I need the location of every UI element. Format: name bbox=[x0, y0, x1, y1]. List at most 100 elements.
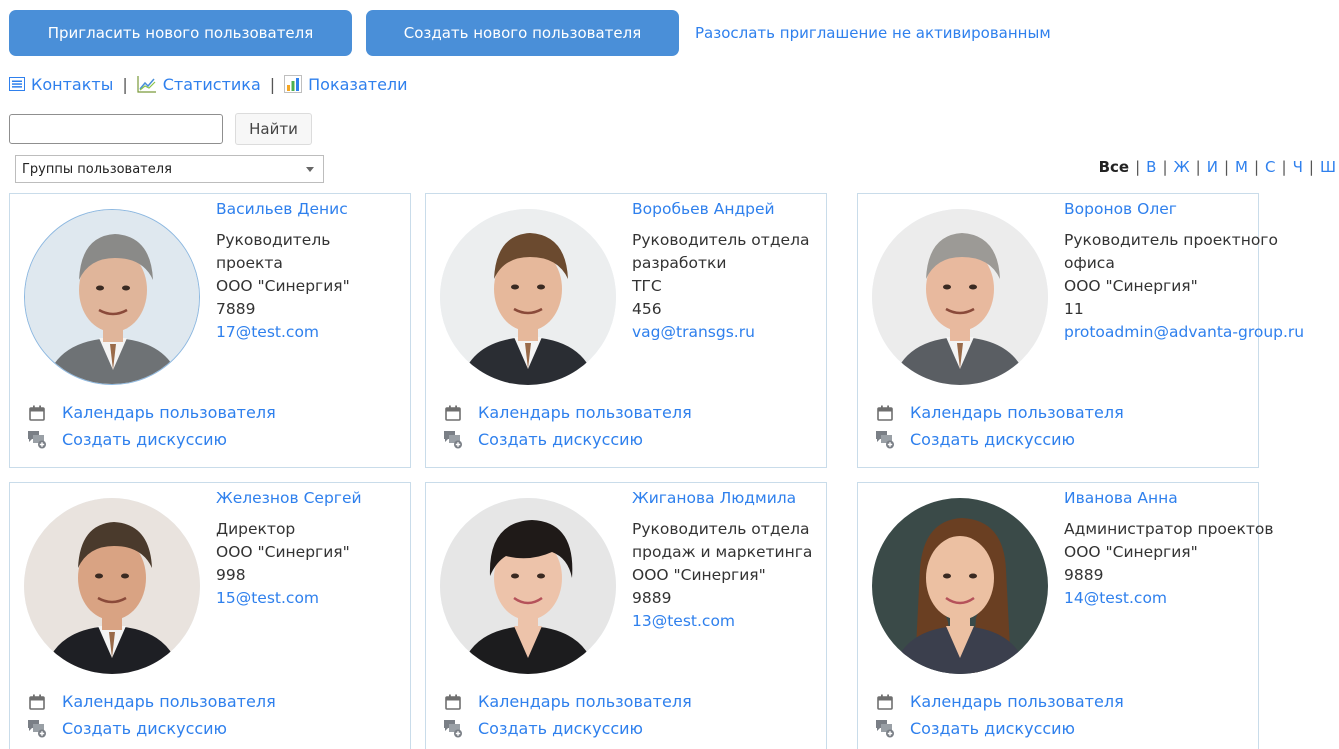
search-button[interactable]: Найти bbox=[235, 113, 312, 145]
user-detail-line: 9889 bbox=[1064, 566, 1104, 584]
user-calendar-link[interactable]: Календарь пользователя bbox=[442, 688, 692, 715]
view-metrics-link[interactable]: Показатели bbox=[284, 74, 408, 94]
user-card: Иванова Анна Администратор проектов ООО "… bbox=[857, 482, 1273, 749]
alphabet-letter[interactable]: Ж bbox=[1174, 158, 1190, 176]
view-statistics-label: Статистика bbox=[162, 74, 261, 94]
user-name-link[interactable]: Воробьев Андрей bbox=[632, 198, 826, 221]
user-avatar[interactable] bbox=[872, 498, 1048, 674]
alphabet-letter[interactable]: В bbox=[1146, 158, 1156, 176]
alphabet-separator: | bbox=[1253, 158, 1260, 176]
alphabet-separator: | bbox=[1195, 158, 1201, 176]
create-discussion-label: Создать дискуссию bbox=[62, 719, 228, 738]
alphabet-separator: | bbox=[1162, 158, 1168, 176]
user-detail-line: офиса bbox=[1064, 254, 1115, 272]
user-avatar[interactable] bbox=[24, 209, 200, 385]
create-discussion-link[interactable]: Создать дискуссию bbox=[874, 715, 1124, 742]
user-actions: Календарь пользователя Создать дискуссию bbox=[442, 688, 692, 742]
user-calendar-link[interactable]: Календарь пользователя bbox=[874, 399, 1124, 426]
user-calendar-label: Календарь пользователя bbox=[910, 692, 1124, 711]
alphabet-letter[interactable]: С bbox=[1265, 158, 1275, 176]
alphabet-filter: Все | В | Ж | И | М | С | Ч | Ш bbox=[1099, 158, 1336, 176]
avatar-portrait bbox=[440, 209, 616, 385]
view-statistics-link[interactable]: Статистика bbox=[137, 75, 261, 94]
user-email-link[interactable]: 15@test.com bbox=[216, 587, 410, 610]
view-metrics-label: Показатели bbox=[308, 74, 408, 94]
user-detail-line: 9889 bbox=[632, 589, 672, 607]
user-avatar[interactable] bbox=[440, 498, 616, 674]
user-email-link[interactable]: protoadmin@advanta-group.ru bbox=[1064, 321, 1304, 344]
resend-invitations-link[interactable]: Разослать приглашение не активированным bbox=[695, 24, 1051, 42]
alphabet-separator: | bbox=[1281, 158, 1287, 176]
user-calendar-link[interactable]: Календарь пользователя bbox=[874, 688, 1124, 715]
user-info: Жиганова Людмила Руководитель отдела прод… bbox=[632, 487, 826, 633]
user-info: Воронов Олег Руководитель проектного офис… bbox=[1064, 198, 1304, 344]
avatar-portrait bbox=[24, 498, 200, 674]
invite-user-button[interactable]: Пригласить нового пользователя bbox=[9, 10, 352, 56]
alphabet-letter[interactable]: М bbox=[1235, 158, 1248, 176]
create-user-button[interactable]: Создать нового пользователя bbox=[366, 10, 679, 56]
user-card: Васильев Денис Руководитель проекта ООО "С… bbox=[9, 193, 411, 468]
view-switcher: Контакты | Статистика | Показатели bbox=[9, 72, 408, 96]
user-name-link[interactable]: Васильев Денис bbox=[216, 198, 410, 221]
user-info: Воробьев Андрей Руководитель отдела разра… bbox=[632, 198, 826, 344]
user-info: Иванова Анна Администратор проектов ООО "… bbox=[1064, 487, 1273, 610]
discussion-add-icon bbox=[874, 719, 896, 739]
alphabet-all[interactable]: Все bbox=[1099, 158, 1130, 176]
user-groups-selected: Группы пользователя bbox=[22, 161, 172, 177]
user-card: Воробьев Андрей Руководитель отдела разра… bbox=[425, 193, 827, 468]
user-detail-line: Руководитель отдела bbox=[632, 231, 810, 249]
create-discussion-link[interactable]: Создать дискуссию bbox=[26, 426, 276, 453]
create-discussion-link[interactable]: Создать дискуссию bbox=[442, 715, 692, 742]
view-separator: | bbox=[269, 74, 276, 94]
discussion-add-icon bbox=[442, 430, 464, 450]
view-separator: | bbox=[122, 74, 128, 94]
view-contacts-link[interactable]: Контакты bbox=[9, 75, 113, 94]
user-calendar-link[interactable]: Календарь пользователя bbox=[442, 399, 692, 426]
user-detail-line: Директор bbox=[216, 520, 296, 538]
user-detail-line: 7889 bbox=[216, 300, 256, 318]
user-detail-line: Руководитель отдела bbox=[632, 520, 810, 538]
user-detail-line: ООО "Синергия" bbox=[216, 543, 350, 561]
user-groups-select[interactable]: Группы пользователя bbox=[15, 155, 324, 183]
create-discussion-label: Создать дискуссию bbox=[910, 430, 1076, 449]
user-name-link[interactable]: Жиганова Людмила bbox=[632, 487, 826, 510]
calendar-icon bbox=[874, 692, 896, 712]
create-discussion-label: Создать дискуссию bbox=[478, 719, 644, 738]
create-discussion-link[interactable]: Создать дискуссию bbox=[442, 426, 692, 453]
discussion-add-icon bbox=[26, 719, 48, 739]
create-discussion-link[interactable]: Создать дискуссию bbox=[874, 426, 1124, 453]
alphabet-letter[interactable]: И bbox=[1207, 158, 1218, 176]
user-email-link[interactable]: vag@transgs.ru bbox=[632, 321, 826, 344]
user-actions: Календарь пользователя Создать дискуссию bbox=[26, 399, 276, 453]
user-name-link[interactable]: Железнов Сергей bbox=[216, 487, 410, 510]
calendar-icon bbox=[442, 692, 464, 712]
user-avatar[interactable] bbox=[24, 498, 200, 674]
search-input[interactable] bbox=[9, 114, 223, 144]
user-avatar[interactable] bbox=[872, 209, 1048, 385]
user-detail-line: 456 bbox=[632, 300, 662, 318]
user-calendar-label: Календарь пользователя bbox=[478, 403, 692, 422]
user-calendar-link[interactable]: Календарь пользователя bbox=[26, 688, 276, 715]
user-detail-line: 11 bbox=[1064, 300, 1084, 318]
user-calendar-label: Календарь пользователя bbox=[62, 692, 276, 711]
alphabet-separator: | bbox=[1223, 158, 1230, 176]
create-discussion-link[interactable]: Создать дискуссию bbox=[26, 715, 276, 742]
user-email-link[interactable]: 13@test.com bbox=[632, 610, 826, 633]
user-email-link[interactable]: 14@test.com bbox=[1064, 587, 1258, 610]
user-name-link[interactable]: Иванова Анна bbox=[1064, 487, 1258, 510]
user-email-link[interactable]: 17@test.com bbox=[216, 321, 410, 344]
user-calendar-label: Календарь пользователя bbox=[62, 403, 276, 422]
user-calendar-link[interactable]: Календарь пользователя bbox=[26, 399, 276, 426]
alphabet-letter[interactable]: Ч bbox=[1293, 158, 1303, 176]
calendar-icon bbox=[442, 403, 464, 423]
user-detail-line: ТГС bbox=[632, 277, 662, 295]
view-contacts-label: Контакты bbox=[31, 74, 114, 94]
alphabet-separator: | bbox=[1308, 158, 1314, 176]
user-name-link[interactable]: Воронов Олег bbox=[1064, 198, 1258, 221]
user-calendar-label: Календарь пользователя bbox=[478, 692, 692, 711]
alphabet-letter[interactable]: Ш bbox=[1320, 158, 1336, 176]
discussion-add-icon bbox=[874, 430, 896, 450]
user-avatar[interactable] bbox=[440, 209, 616, 385]
avatar-portrait bbox=[25, 210, 199, 384]
create-discussion-label: Создать дискуссию bbox=[910, 719, 1076, 738]
